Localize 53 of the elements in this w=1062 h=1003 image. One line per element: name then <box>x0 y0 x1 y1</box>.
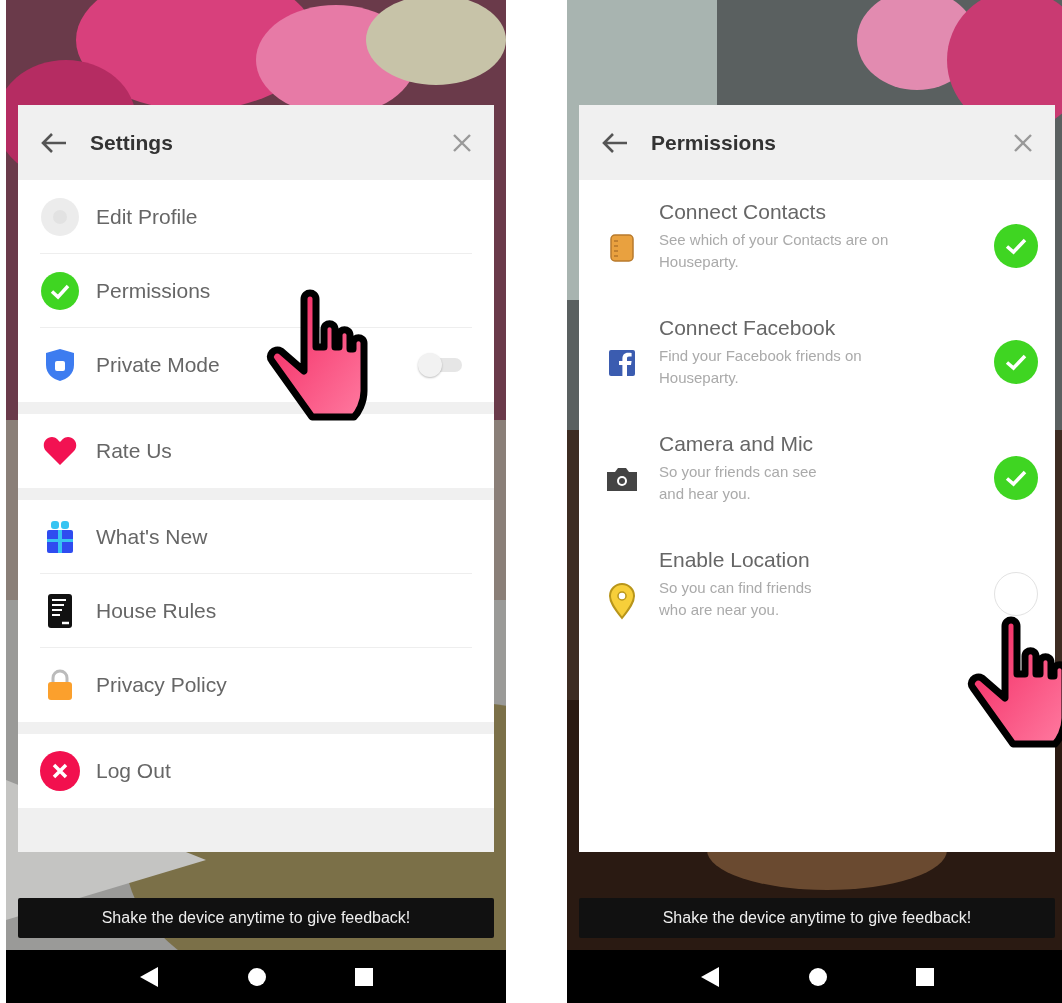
settings-item[interactable]: House Rules <box>40 574 472 648</box>
location-pin-icon <box>608 582 636 620</box>
document-icon <box>47 592 73 629</box>
home-icon[interactable] <box>246 965 268 988</box>
home-icon[interactable] <box>807 965 829 988</box>
feedback-toast: Shake the device anytime to give feedback! <box>18 898 494 938</box>
back-arrow-icon[interactable] <box>40 130 68 155</box>
feedback-toast: Shake the device anytime to give feedback! <box>579 898 1055 938</box>
item-label: House Rules <box>96 598 218 623</box>
toggle-switch[interactable] <box>418 353 462 377</box>
item-label: Log Out <box>96 759 172 783</box>
permission-title: Connect Facebook <box>659 316 837 340</box>
checkmark-icon <box>1004 468 1028 488</box>
close-circle-icon <box>40 751 80 791</box>
screen-title: Settings <box>90 130 174 155</box>
camera-icon <box>605 466 639 492</box>
settings-item[interactable]: Rate Us <box>40 414 472 488</box>
item-label: Private Mode <box>96 353 221 377</box>
back-arrow-icon[interactable] <box>601 130 629 155</box>
heart-icon <box>43 436 77 466</box>
permission-checkbox[interactable] <box>994 224 1038 268</box>
permission-description: Find your Facebook friends on Houseparty. <box>659 346 863 388</box>
item-label: Edit Profile <box>96 204 199 229</box>
shield-icon <box>44 348 76 382</box>
item-label: Rate Us <box>96 439 173 463</box>
permission-title: Connect Contacts <box>659 200 827 224</box>
permission-checkbox[interactable] <box>994 340 1038 384</box>
back-icon[interactable] <box>139 965 160 988</box>
recents-icon[interactable] <box>354 967 373 986</box>
checkmark-icon <box>1004 352 1028 372</box>
notebook-icon <box>610 234 634 262</box>
facebook-icon <box>609 350 635 376</box>
screen-title: Permissions <box>651 130 777 155</box>
check-circle-icon <box>41 271 79 310</box>
item-label: What's New <box>96 524 209 549</box>
permission-title: Camera and Mic <box>659 432 815 456</box>
back-icon[interactable] <box>700 965 721 988</box>
item-label: Permissions <box>96 278 212 303</box>
lock-icon <box>47 669 73 701</box>
recents-icon[interactable] <box>915 967 934 986</box>
permission-description: So you can find friends who are near you. <box>659 578 813 620</box>
permission-title: Enable Location <box>659 548 811 572</box>
settings-item[interactable]: What's New <box>40 500 472 574</box>
checkmark-icon <box>1004 236 1028 256</box>
item-label: Privacy Policy <box>96 673 228 697</box>
avatar-icon <box>41 197 79 236</box>
settings-item[interactable]: Log Out <box>40 734 472 808</box>
settings-item[interactable]: Edit Profile <box>40 180 472 254</box>
gift-icon <box>46 519 74 554</box>
permission-description: See which of your Contacts are on Houseparty. <box>659 230 890 272</box>
permission-description: So your friends can see and hear you. <box>659 462 818 504</box>
permission-checkbox[interactable] <box>994 456 1038 500</box>
settings-item[interactable]: Privacy Policy <box>40 648 472 722</box>
